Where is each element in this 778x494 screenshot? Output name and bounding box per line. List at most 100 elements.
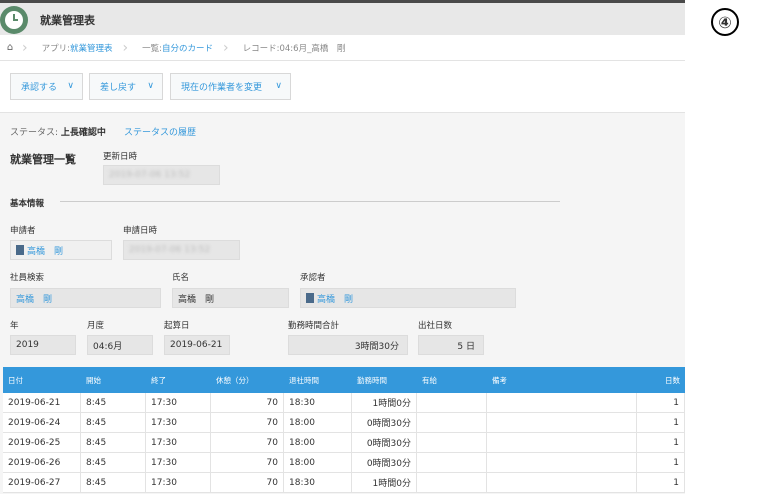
cell-notes [487, 433, 637, 452]
cell-break: 70 [211, 393, 284, 412]
basic-info-title: 基本情報 [10, 199, 45, 209]
cell-paid-leave [417, 433, 487, 452]
table-body: 2019-06-21 8:45 17:30 70 18:30 1時間0分 1 2019-06-… [3, 393, 685, 493]
status-line: ステータス: 上長確認中 [10, 125, 106, 138]
divider [60, 201, 560, 202]
chevron-down-icon: ∨ [67, 81, 74, 91]
user-avatar-icon [16, 245, 24, 255]
month-field: 04:6月 [87, 335, 153, 355]
cell-days: 1 [637, 453, 685, 472]
table-header: 日付 開始 終了 休憩（分） 退社時間 勤務時間 有給 備考 日数 [3, 367, 685, 393]
table-row[interactable]: 2019-06-21 8:45 17:30 70 18:30 1時間0分 1 [3, 393, 685, 413]
cell-break: 70 [211, 453, 284, 472]
cell-end: 17:30 [146, 473, 211, 492]
cell-notes [487, 453, 637, 472]
clock-icon[interactable] [0, 6, 28, 34]
table-row[interactable]: 2019-06-24 8:45 17:30 70 18:00 0時間30分 1 [3, 413, 685, 433]
reject-button[interactable]: 差し戻す ∨ [89, 73, 163, 100]
cell-leave-time: 18:00 [284, 433, 352, 452]
updated-value: 2019-07-06 13:52 [109, 170, 191, 180]
header-leave-time: 退社時間 [289, 375, 319, 385]
chevron-down-icon: ∨ [275, 81, 282, 91]
cell-days: 1 [637, 413, 685, 432]
breadcrumb-app-prefix: アプリ: [41, 43, 70, 54]
header-days: 日数 [665, 375, 680, 385]
cell-days: 1 [637, 473, 685, 492]
cell-days: 1 [637, 393, 685, 412]
cell-date: 2019-06-26 [3, 453, 81, 472]
cell-paid-leave [417, 393, 487, 412]
status-value: 上長確認中 [60, 128, 106, 138]
cell-notes [487, 473, 637, 492]
section-title: 就業管理一覧 [10, 153, 76, 166]
chevron-right-icon: › [122, 39, 129, 56]
cell-end: 17:30 [146, 413, 211, 432]
table-row[interactable]: 2019-06-27 8:45 17:30 70 18:30 1時間0分 1 [3, 473, 685, 493]
approve-button[interactable]: 承認する ∨ [10, 73, 83, 100]
cell-paid-leave [417, 413, 487, 432]
approver-label: 承認者 [300, 273, 326, 283]
record-content: ステータス: 上長確認中 ステータスの履歴 就業管理一覧 更新日時 2019-0… [0, 113, 685, 494]
header-break: 休憩（分） [216, 375, 254, 385]
applicant-field[interactable]: 高橋 剛 [10, 240, 112, 260]
chevron-down-icon: ∨ [147, 81, 154, 91]
change-assignee-label: 現在の作業者を変更 [181, 83, 263, 93]
cell-date: 2019-06-25 [3, 433, 81, 452]
cell-break: 70 [211, 473, 284, 492]
updated-label: 更新日時 [103, 152, 138, 162]
year-field: 2019 [10, 335, 76, 355]
cell-break: 70 [211, 433, 284, 452]
table-row[interactable]: 2019-06-26 8:45 17:30 70 18:00 0時間30分 1 [3, 453, 685, 473]
status-history-link[interactable]: ステータスの履歴 [124, 125, 196, 138]
step-number-badge: ④ [711, 8, 739, 36]
reject-label: 差し戻す [100, 83, 137, 93]
applied-at-value: 2019-07-06 13:52 [129, 245, 211, 255]
breadcrumb-record-name: 04:6月_高橋 剛 [279, 43, 346, 54]
employee-search-label: 社員検索 [10, 273, 45, 283]
breadcrumb-record: レコード: 04:6月_高橋 剛 [231, 35, 354, 61]
applied-at-label: 申請日時 [123, 226, 158, 236]
name-field: 高橋 剛 [172, 288, 289, 308]
breadcrumb-view-link[interactable]: 自分のカード [162, 42, 213, 54]
chevron-right-icon: › [223, 39, 229, 56]
year-label: 年 [10, 321, 19, 331]
cell-leave-time: 18:30 [284, 473, 352, 492]
user-avatar-icon [306, 293, 314, 303]
status-label: ステータス: [10, 128, 61, 138]
cell-end: 17:30 [146, 453, 211, 472]
applied-at-field: 2019-07-06 13:52 [123, 240, 240, 260]
action-bar: 承認する ∨ 差し戻す ∨ 現在の作業者を変更 ∨ [0, 61, 685, 113]
cell-end: 17:30 [146, 433, 211, 452]
home-icon[interactable]: ⌂ [0, 42, 20, 53]
cell-leave-time: 18:00 [284, 413, 352, 432]
cell-leave-time: 18:30 [284, 393, 352, 412]
cell-days: 1 [637, 433, 685, 452]
header-paid-leave: 有給 [422, 375, 437, 385]
header-start: 開始 [86, 375, 101, 385]
cell-work-hours: 1時間0分 [352, 473, 417, 492]
updated-field: 2019-07-06 13:52 [103, 165, 220, 185]
app-window: 就業管理表 ⌂ › アプリ: 就業管理表 › 一覧: 自分のカード › レコード… [0, 0, 685, 494]
start-date-label: 起算日 [164, 321, 190, 331]
approve-label: 承認する [21, 83, 58, 93]
breadcrumb-view-prefix: 一覧: [142, 43, 162, 54]
app-title: 就業管理表 [40, 14, 95, 27]
breadcrumb-view: 一覧: 自分のカード [130, 35, 221, 61]
header-date: 日付 [8, 375, 23, 385]
cell-start: 8:45 [81, 473, 146, 492]
app-header: 就業管理表 [0, 0, 685, 35]
cell-work-hours: 1時間0分 [352, 393, 417, 412]
table-row[interactable]: 2019-06-25 8:45 17:30 70 18:00 0時間30分 1 [3, 433, 685, 453]
header-notes: 備考 [492, 375, 507, 385]
attendance-table: 日付 開始 終了 休憩（分） 退社時間 勤務時間 有給 備考 日数 2019-0… [3, 367, 685, 493]
total-hours-label: 勤務時間合計 [288, 321, 340, 331]
cell-end: 17:30 [146, 393, 211, 412]
cell-start: 8:45 [81, 453, 146, 472]
cell-start: 8:45 [81, 393, 146, 412]
breadcrumb-app-link[interactable]: 就業管理表 [70, 42, 113, 54]
breadcrumb: ⌂ › アプリ: 就業管理表 › 一覧: 自分のカード › レコード: 04:6… [0, 35, 685, 61]
employee-search-field[interactable]: 高橋 剛 [10, 288, 161, 308]
approver-field[interactable]: 高橋 剛 [300, 288, 516, 308]
cell-notes [487, 393, 637, 412]
change-assignee-button[interactable]: 現在の作業者を変更 ∨ [170, 73, 291, 100]
